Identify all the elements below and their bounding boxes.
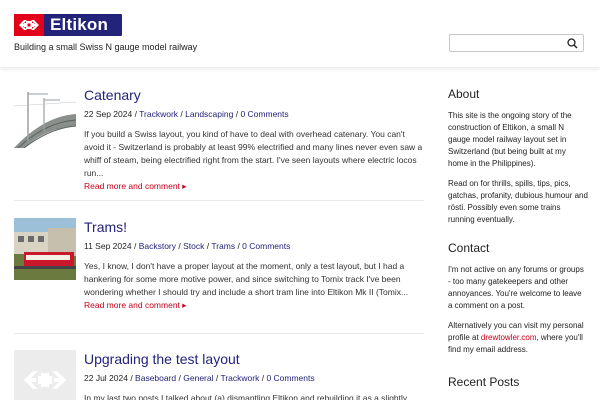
post-date: 22 Jul 2024	[84, 373, 128, 383]
site-brand-name: Eltikon	[50, 15, 109, 34]
category-link[interactable]: Trackwork	[139, 109, 178, 119]
site-logo[interactable]: Eltikon	[14, 14, 123, 36]
sidebar-heading-about: About	[448, 87, 480, 101]
category-link[interactable]: Trackwork	[220, 373, 259, 383]
search-input[interactable]	[450, 37, 560, 53]
post-body: Trams! 11 Sep 2024 / Backstory / Stock /…	[84, 218, 424, 311]
about-paragraph: Read on for thrills, spills, tips, pics,…	[448, 179, 588, 224]
post-title-link[interactable]: Upgrading the test layout	[84, 350, 424, 368]
post-title-link[interactable]: Trams!	[84, 218, 424, 236]
post-thumbnail[interactable]	[14, 350, 76, 400]
contact-paragraph: I'm not active on any forums or groups -…	[448, 265, 584, 310]
post-thumbnail[interactable]	[14, 218, 76, 280]
comments-link[interactable]: 0 Comments	[242, 241, 290, 251]
caret-right-icon: ▸	[182, 181, 187, 191]
category-link[interactable]: General	[183, 373, 213, 383]
caret-right-icon: ▸	[182, 300, 187, 310]
category-link[interactable]: Baseboard	[135, 373, 176, 383]
comments-link[interactable]: 0 Comments	[266, 373, 314, 383]
sidebar-heading-contact: Contact	[448, 241, 490, 255]
search-box	[449, 34, 584, 53]
post-thumbnail[interactable]	[14, 86, 76, 148]
post-excerpt: In my last two posts I talked about (a) …	[84, 393, 408, 400]
read-more-link[interactable]: Read more and comment ▸	[84, 180, 424, 192]
swiss-railway-logo-icon	[14, 14, 44, 36]
category-link[interactable]: Trams	[211, 241, 235, 251]
read-more-link[interactable]: Read more and comment ▸	[84, 299, 424, 311]
post-meta: 22 Sep 2024 / Trackwork / Landscaping / …	[84, 109, 289, 119]
profile-link[interactable]: drewtowler.com	[481, 333, 537, 342]
post-date: 11 Sep 2024	[84, 241, 132, 251]
site-tagline: Building a small Swiss N gauge model rai…	[14, 42, 198, 52]
post-excerpt: Yes, I know, I don't have a proper layou…	[84, 261, 409, 297]
search-icon[interactable]	[566, 37, 579, 50]
comments-link[interactable]: 0 Comments	[240, 109, 288, 119]
category-link[interactable]: Stock	[183, 241, 204, 251]
sidebar-recent-posts: Recent Posts	[448, 374, 588, 390]
post-body: Catenary 22 Sep 2024 / Trackwork / Lands…	[84, 86, 424, 192]
sidebar-about: About This site is the ongoing story of …	[448, 86, 588, 226]
post-meta: 22 Jul 2024 / Baseboard / General / Trac…	[84, 373, 315, 383]
contact-paragraph: Alternatively you can visit my personal …	[448, 321, 584, 354]
category-link[interactable]: Backstory	[139, 241, 176, 251]
post-body: Upgrading the test layout 22 Jul 2024 / …	[84, 350, 424, 400]
post-title-link[interactable]: Catenary	[84, 86, 424, 104]
about-paragraph: This site is the ongoing story of the co…	[448, 111, 572, 168]
category-link[interactable]: Landscaping	[185, 109, 233, 119]
post-meta: 11 Sep 2024 / Backstory / Stock / Trams …	[84, 241, 291, 251]
site-header: Eltikon Building a small Swiss N gauge m…	[0, 0, 600, 68]
sidebar-heading-recent-posts: Recent Posts	[448, 375, 520, 389]
post-date: 22 Sep 2024	[84, 109, 133, 119]
sidebar-contact: Contact I'm not active on any forums or …	[448, 240, 588, 356]
post-divider	[14, 200, 424, 201]
post-excerpt: If you build a Swiss layout, you kind of…	[84, 129, 423, 178]
post-divider	[14, 333, 424, 334]
